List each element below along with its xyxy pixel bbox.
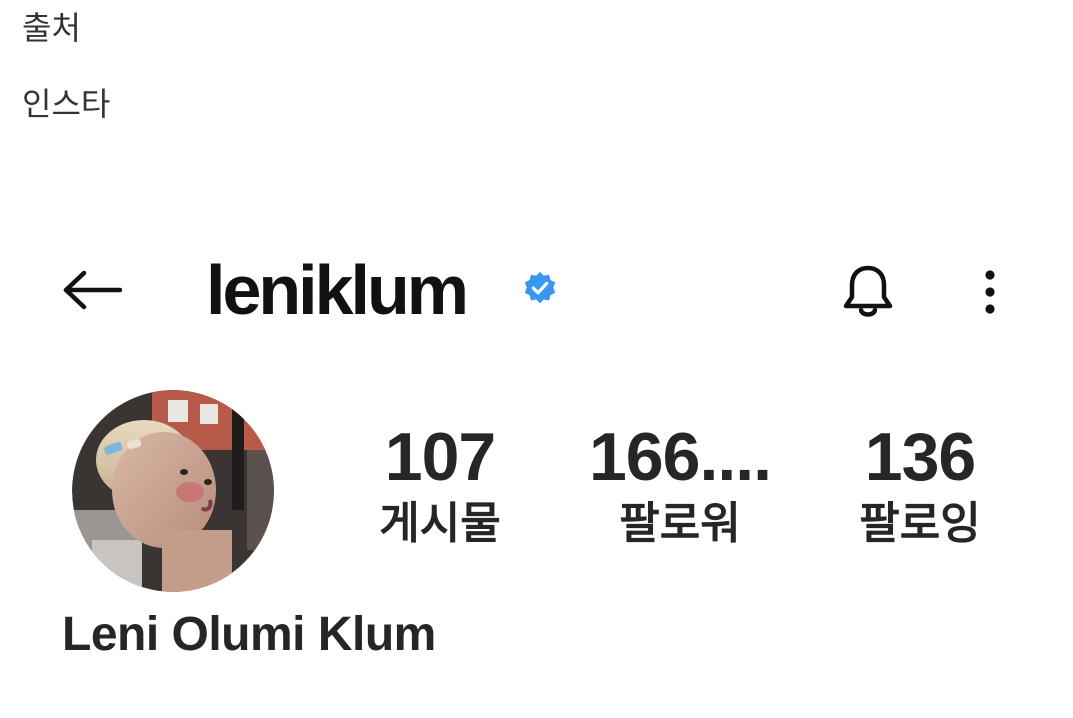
profile-full-name: Leni Olumi Klum [62,608,436,661]
verified-badge-icon [524,271,556,304]
platform-caption: 인스타 [22,85,111,123]
profile-avatar[interactable] [72,390,274,592]
screenshot-page: 출처 인스타 leniklum 107 게시물 166.... 팔로워 136 … [0,0,1073,718]
posts-count-value: 107 [384,419,496,495]
posts-count[interactable]: 107 게시물 [320,418,560,549]
bell-icon [843,265,893,317]
notifications-button[interactable] [832,258,904,326]
source-caption: 출처 [22,9,81,47]
following-count[interactable]: 136 팔로잉 [800,418,1040,549]
more-options-button[interactable] [962,260,1018,324]
profile-header: leniklum [0,240,1073,340]
more-vertical-icon [985,270,995,314]
followers-count[interactable]: 166.... 팔로워 [560,418,800,549]
followers-count-value: 166.... [588,419,772,495]
profile-username: leniklum [206,251,469,329]
back-button[interactable] [58,262,126,318]
avatar-photo [72,390,274,592]
posts-count-label: 게시물 [379,498,501,550]
following-count-label: 팔로잉 [859,498,981,550]
arrow-left-icon [63,270,122,310]
following-count-value: 136 [864,419,976,495]
followers-count-label: 팔로워 [619,498,741,550]
